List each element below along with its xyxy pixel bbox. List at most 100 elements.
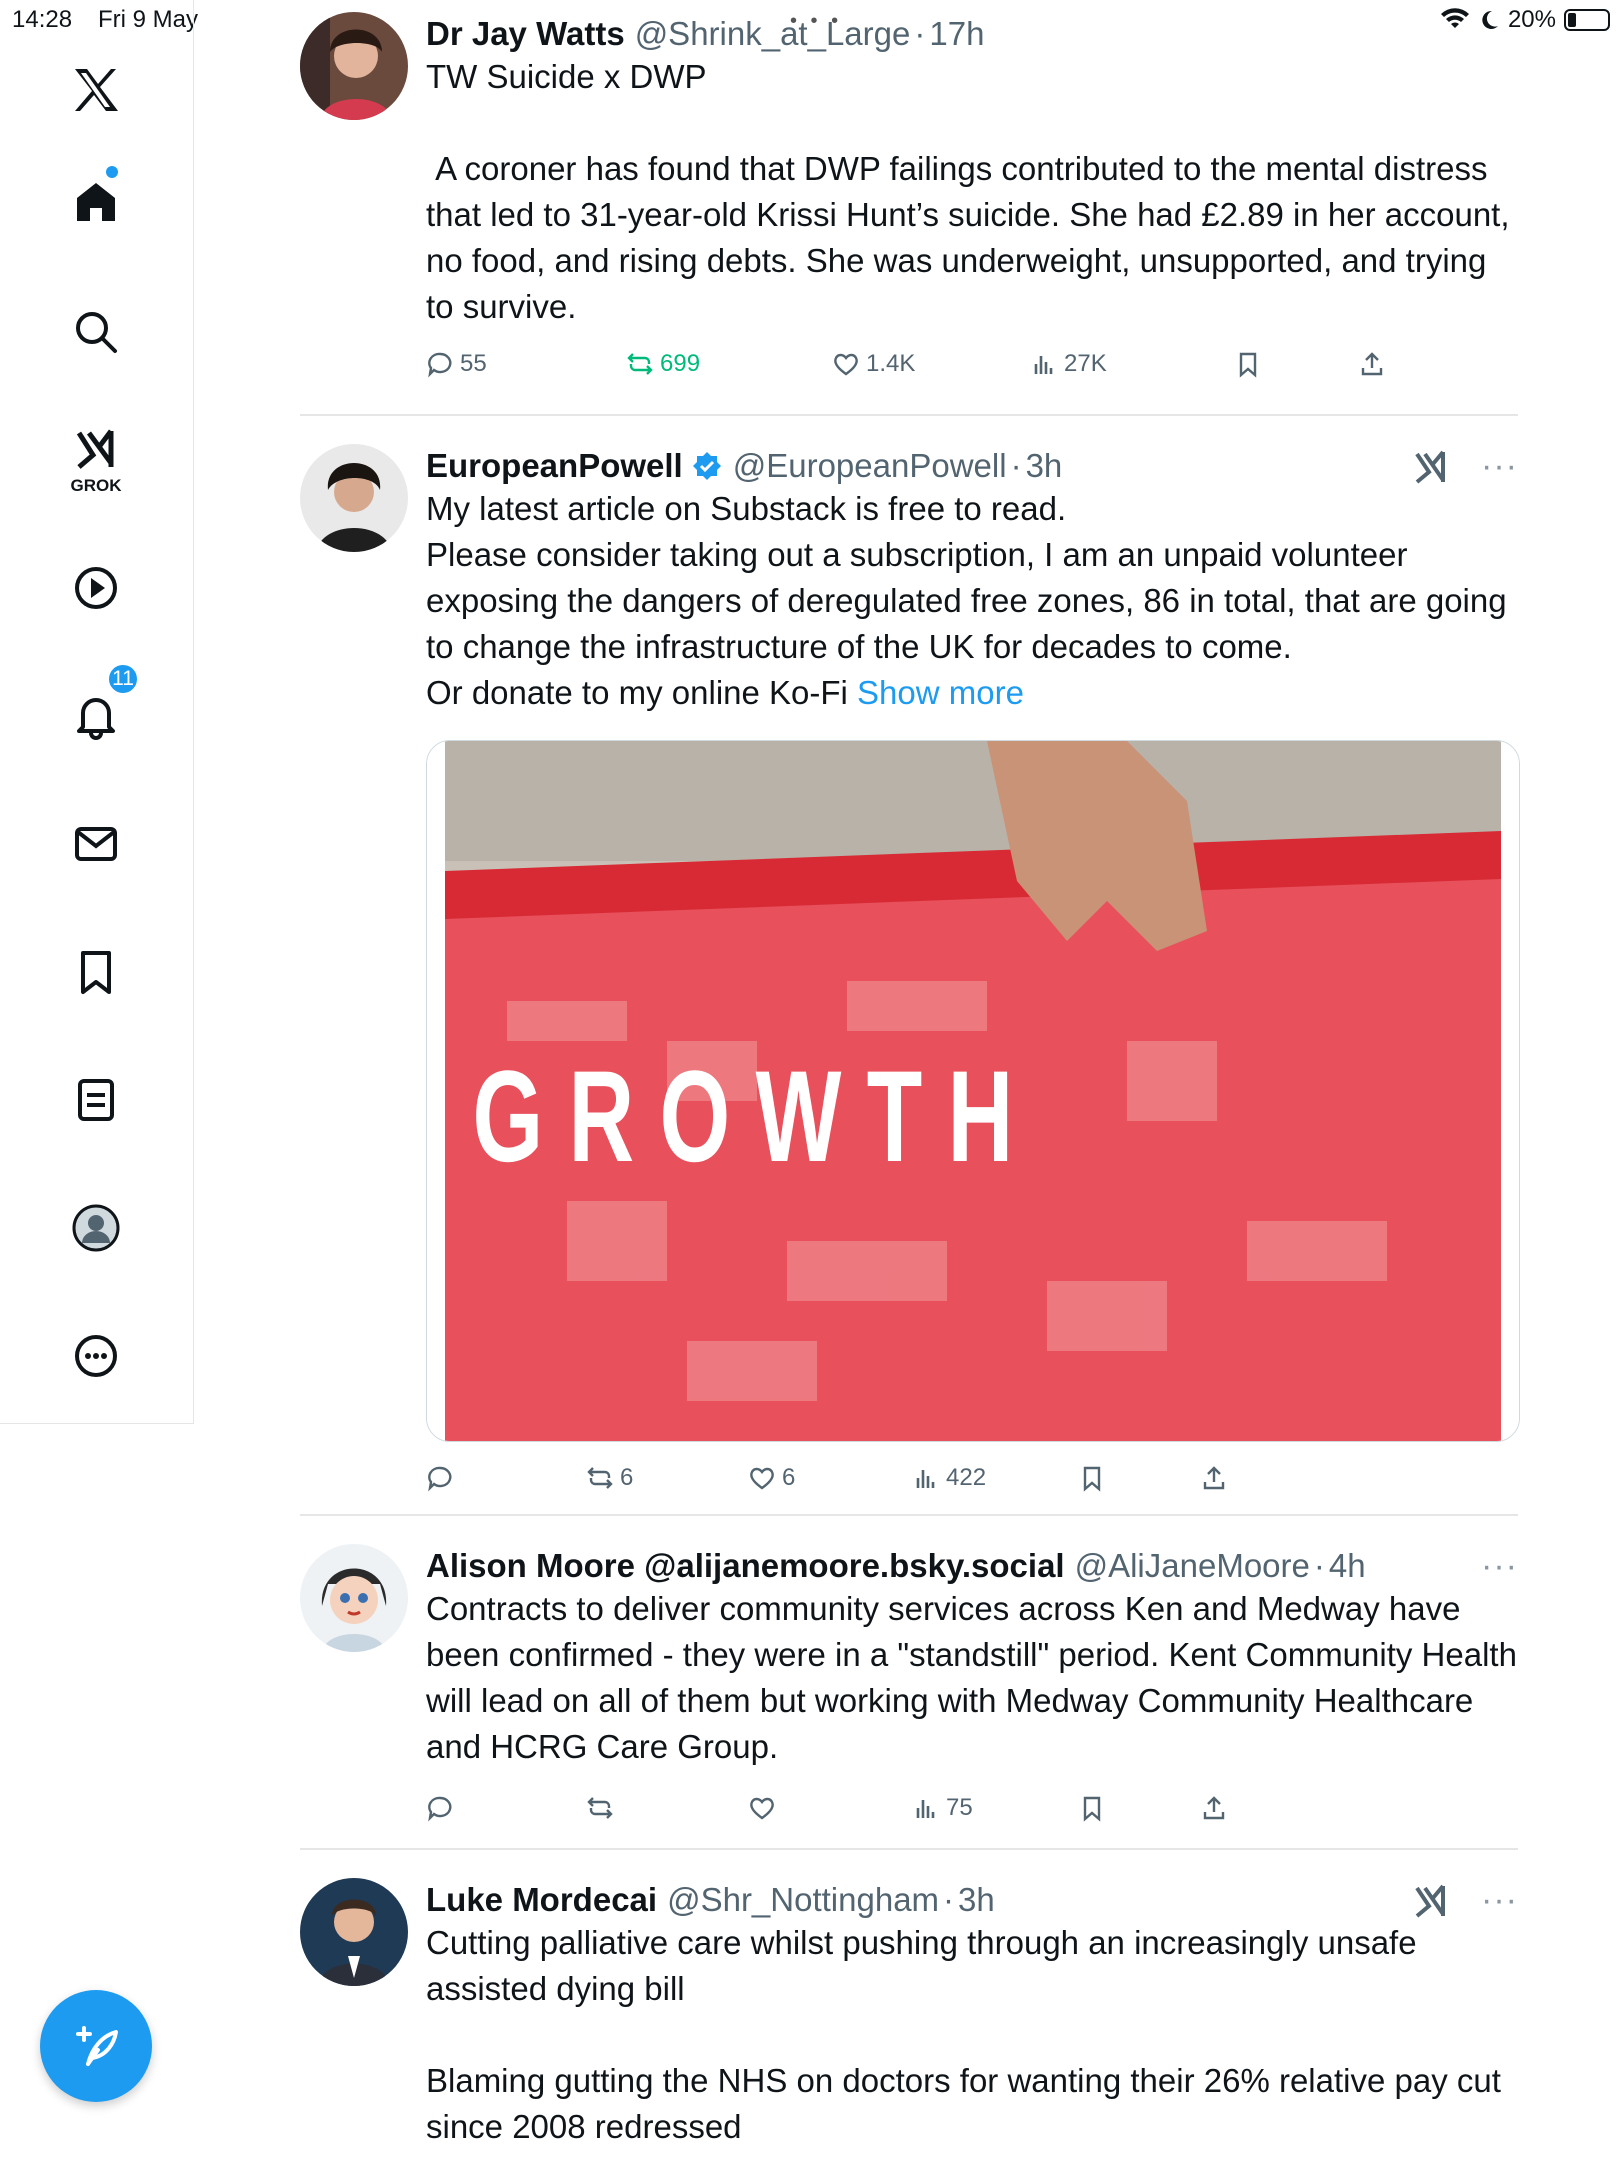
bookmark-button[interactable] bbox=[1234, 350, 1262, 378]
reply-button[interactable] bbox=[426, 1794, 460, 1822]
battery-icon bbox=[1564, 9, 1610, 31]
repost-button[interactable] bbox=[586, 1794, 620, 1822]
bookmark-button[interactable] bbox=[1078, 1794, 1106, 1822]
share-button[interactable] bbox=[1200, 1794, 1228, 1822]
home-dot-badge bbox=[106, 166, 118, 178]
tweet-time[interactable]: 3h bbox=[1026, 447, 1063, 485]
grok-icon[interactable] bbox=[1411, 1880, 1451, 1920]
grok-label: GROK bbox=[70, 476, 122, 495]
video-play-icon[interactable] bbox=[48, 540, 144, 636]
compose-post-button[interactable] bbox=[40, 1990, 152, 2102]
tweet-time[interactable]: 17h bbox=[929, 15, 984, 53]
heart-icon bbox=[750, 1797, 774, 1820]
tweet-header: Alison Moore @alijanemoore.bsky.social @… bbox=[426, 1544, 1518, 1588]
verified-badge-icon bbox=[692, 452, 721, 480]
more-options-icon[interactable]: ··· bbox=[1481, 1881, 1518, 1920]
views-button[interactable]: 422 bbox=[912, 1464, 986, 1492]
share-icon bbox=[1203, 1466, 1225, 1490]
author-handle[interactable]: @AliJaneMoore bbox=[1075, 1547, 1310, 1585]
repost-button[interactable]: 699 bbox=[626, 350, 700, 378]
reply-icon bbox=[428, 1466, 452, 1492]
author-name[interactable]: Dr Jay Watts bbox=[426, 15, 625, 53]
reply-button[interactable] bbox=[426, 1464, 460, 1492]
avatar[interactable] bbox=[300, 444, 408, 552]
share-icon bbox=[1203, 1796, 1225, 1820]
x-logo-icon[interactable] bbox=[48, 42, 144, 138]
tweet-time[interactable]: 3h bbox=[958, 1881, 995, 1919]
more-options-icon[interactable]: ··· bbox=[1481, 447, 1518, 486]
more-options-icon[interactable]: ··· bbox=[1481, 1547, 1518, 1586]
bookmark-icon bbox=[1083, 1796, 1101, 1822]
author-handle[interactable]: @Shrink_at_Large bbox=[635, 15, 911, 53]
reply-icon bbox=[428, 352, 452, 378]
more-options-icon[interactable] bbox=[48, 1308, 144, 1404]
tweet[interactable]: Luke Mordecai @Shr_Nottingham · 3h ··· C… bbox=[300, 1878, 1518, 2160]
tweet-text[interactable]: TW Suicide x DWP A coroner has found tha… bbox=[426, 54, 1518, 330]
tweet[interactable]: Alison Moore @alijanemoore.bsky.social @… bbox=[300, 1544, 1518, 1844]
home-icon[interactable] bbox=[48, 154, 144, 250]
separator-dot: · bbox=[1010, 447, 1022, 484]
reply-button[interactable]: 55 bbox=[426, 350, 487, 378]
messages-envelope-icon[interactable] bbox=[48, 796, 144, 892]
repost-icon bbox=[627, 353, 653, 375]
tweet-text[interactable]: My latest article on Substack is free to… bbox=[426, 486, 1518, 716]
views-chart-icon bbox=[916, 1470, 935, 1488]
author-name[interactable]: Alison Moore @alijanemoore.bsky.social bbox=[426, 1547, 1065, 1585]
bookmark-button[interactable] bbox=[1078, 1464, 1106, 1492]
views-count: 27K bbox=[1064, 350, 1107, 377]
like-button[interactable]: 1.4K bbox=[832, 350, 915, 378]
grok-icon[interactable]: GROK bbox=[48, 410, 144, 506]
share-icon bbox=[1361, 352, 1383, 376]
like-button[interactable] bbox=[748, 1794, 782, 1822]
search-icon[interactable] bbox=[48, 284, 144, 380]
views-chart-icon bbox=[1034, 356, 1053, 374]
views-button[interactable]: 27K bbox=[1030, 350, 1107, 378]
tweet-image[interactable]: G G G R O W T H bbox=[426, 740, 1520, 1442]
profile-avatar-icon[interactable] bbox=[48, 1180, 144, 1276]
tweet-header-actions: ··· bbox=[1481, 1544, 1518, 1588]
tweet-time[interactable]: 4h bbox=[1329, 1547, 1366, 1585]
avatar[interactable] bbox=[300, 1878, 408, 1986]
tweet-header: Dr Jay Watts @Shrink_at_Large · 17h bbox=[426, 12, 1518, 56]
repost-button[interactable]: 6 bbox=[586, 1464, 633, 1492]
grok-icon[interactable] bbox=[1411, 446, 1451, 486]
heart-icon bbox=[834, 353, 858, 376]
sidebar: GROK 11 bbox=[0, 0, 194, 1424]
avatar[interactable] bbox=[300, 12, 408, 120]
share-button[interactable] bbox=[1200, 1464, 1228, 1492]
views-chart-icon bbox=[916, 1800, 935, 1818]
tweet-divider bbox=[300, 414, 1518, 416]
views-button[interactable]: 75 bbox=[912, 1794, 973, 1822]
notifications-bell-icon[interactable]: 11 bbox=[48, 662, 144, 764]
tweet-actions: 6 6 422 bbox=[426, 1464, 1518, 1504]
like-count: 6 bbox=[782, 1464, 796, 1491]
repost-icon bbox=[587, 1797, 613, 1819]
notifications-badge: 11 bbox=[106, 662, 140, 696]
avatar[interactable] bbox=[300, 1544, 408, 1652]
repost-count: 6 bbox=[620, 1464, 634, 1491]
bookmarks-icon[interactable] bbox=[48, 924, 144, 1020]
author-name[interactable]: EuropeanPowell bbox=[426, 447, 683, 485]
tweet-actions: 75 bbox=[426, 1794, 1518, 1834]
separator-dot: · bbox=[943, 1881, 955, 1918]
tweet-actions: 55 699 1.4K 27K bbox=[426, 350, 1518, 390]
bookmark-icon bbox=[1239, 352, 1257, 378]
tweet-header-actions: ··· bbox=[1411, 1878, 1518, 1922]
tweet-divider bbox=[300, 1848, 1518, 1850]
tweet[interactable]: Dr Jay Watts @Shrink_at_Large · 17h TW S… bbox=[300, 12, 1518, 392]
author-name[interactable]: Luke Mordecai bbox=[426, 1881, 657, 1919]
tweet-header: EuropeanPowell @EuropeanPowell · 3h bbox=[426, 444, 1518, 488]
author-handle[interactable]: @Shr_Nottingham bbox=[667, 1881, 939, 1919]
tweet[interactable]: EuropeanPowell @EuropeanPowell · 3h ··· … bbox=[300, 444, 1520, 1492]
author-handle[interactable]: @EuropeanPowell bbox=[733, 447, 1007, 485]
show-more-link[interactable]: Show more bbox=[857, 674, 1024, 711]
lists-icon[interactable] bbox=[48, 1052, 144, 1148]
heart-icon bbox=[750, 1467, 774, 1490]
like-button[interactable]: 6 bbox=[748, 1464, 795, 1492]
separator-dot: · bbox=[1313, 1547, 1325, 1584]
tweet-text[interactable]: Contracts to deliver community services … bbox=[426, 1586, 1518, 1770]
reply-icon bbox=[428, 1796, 452, 1822]
like-count: 1.4K bbox=[866, 350, 916, 377]
share-button[interactable] bbox=[1358, 350, 1386, 378]
tweet-text[interactable]: Cutting palliative care whilst pushing t… bbox=[426, 1920, 1518, 2150]
